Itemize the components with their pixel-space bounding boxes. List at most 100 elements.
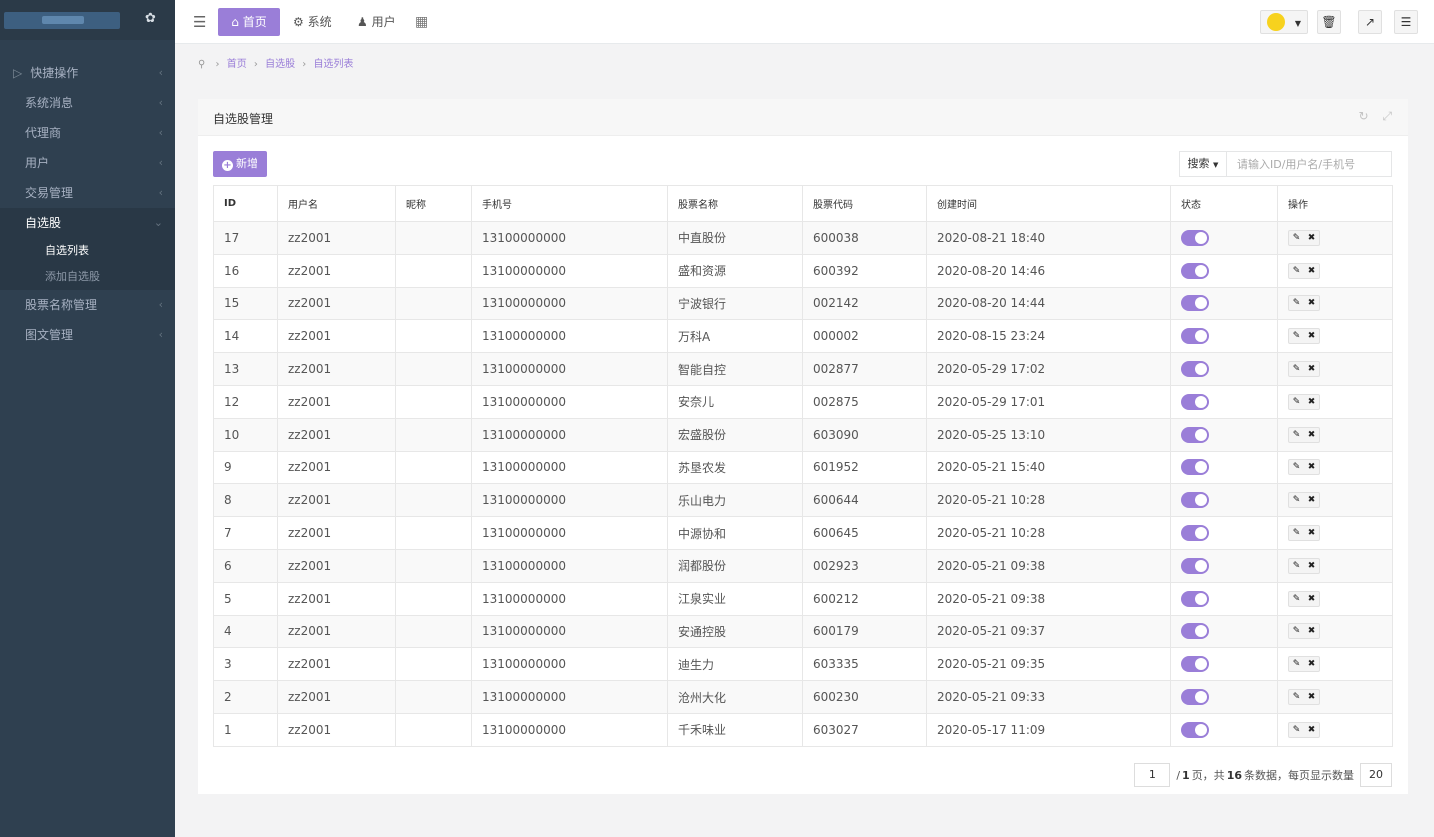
edit-icon[interactable]: ✎ — [1289, 657, 1304, 671]
column-header-status[interactable]: 状态 — [1170, 185, 1278, 222]
column-header-stock-name[interactable]: 股票名称 — [667, 185, 803, 222]
sidebar-item-quick[interactable]: ▷ 快捷操作 ‹ — [0, 58, 175, 88]
status-toggle[interactable] — [1181, 525, 1209, 542]
delete-icon[interactable]: ✖ — [1304, 329, 1319, 343]
sidebar-subitem-add-watch[interactable]: 添加自选股 — [0, 264, 175, 290]
edit-icon[interactable]: ✎ — [1289, 329, 1304, 343]
cell-actions: ✎ ✖ — [1277, 286, 1393, 321]
column-header-stock-code[interactable]: 股票代码 — [802, 185, 927, 222]
cell-actions: ✎ ✖ — [1277, 450, 1393, 485]
edit-icon[interactable]: ✎ — [1289, 362, 1304, 376]
delete-icon[interactable]: ✖ — [1304, 395, 1319, 409]
search-dropdown-button[interactable]: 搜索 ▼ — [1179, 151, 1227, 177]
cell-status — [1170, 319, 1278, 354]
cell-id: 16 — [213, 253, 278, 288]
search-input[interactable] — [1227, 151, 1392, 177]
cell-status — [1170, 581, 1278, 616]
column-header-username[interactable]: 用户名 — [277, 185, 396, 222]
sidebar-item-agents[interactable]: 代理商 ‹ — [0, 118, 175, 148]
edit-icon[interactable]: ✎ — [1289, 723, 1304, 737]
sidebar-item-messages[interactable]: 系统消息 ‹ — [0, 88, 175, 118]
status-toggle[interactable] — [1181, 459, 1209, 476]
edit-icon[interactable]: ✎ — [1289, 264, 1304, 278]
column-header-actions: 操作 — [1277, 185, 1393, 222]
grid-icon[interactable]: ▦ — [415, 8, 428, 36]
delete-icon[interactable]: ✖ — [1304, 362, 1319, 376]
delete-icon[interactable]: ✖ — [1304, 264, 1319, 278]
delete-icon[interactable]: ✖ — [1304, 592, 1319, 606]
delete-icon[interactable]: ✖ — [1304, 231, 1319, 245]
tab-system[interactable]: ⚙ 系统 — [293, 8, 332, 36]
sidebar-item-users[interactable]: 用户 ‹ — [0, 148, 175, 178]
column-header-nickname[interactable]: 昵称 — [395, 185, 472, 222]
delete-icon[interactable]: ✖ — [1304, 493, 1319, 507]
sidebar-subitem-watchlist-list[interactable]: 自选列表 — [0, 238, 175, 264]
edit-icon[interactable]: ✎ — [1289, 493, 1304, 507]
tab-home[interactable]: ⌂ 首页 — [218, 8, 280, 36]
delete-icon[interactable]: ✖ — [1304, 624, 1319, 638]
delete-icon[interactable]: ✖ — [1304, 723, 1319, 737]
delete-icon[interactable]: ✖ — [1304, 296, 1319, 310]
status-toggle[interactable] — [1181, 328, 1209, 345]
delete-icon[interactable]: ✖ — [1304, 559, 1319, 573]
status-toggle[interactable] — [1181, 623, 1209, 640]
edit-icon[interactable]: ✎ — [1289, 395, 1304, 409]
status-toggle[interactable] — [1181, 721, 1209, 738]
edit-icon[interactable]: ✎ — [1289, 526, 1304, 540]
cell-actions: ✎ ✖ — [1277, 253, 1393, 288]
page-number-input[interactable]: 1 — [1134, 763, 1171, 787]
user-menu-button[interactable]: ▼ — [1260, 10, 1308, 34]
cell-nickname — [395, 352, 472, 386]
delete-icon[interactable]: ✖ — [1304, 460, 1319, 474]
settings-button[interactable]: ☰ — [1394, 10, 1418, 34]
status-toggle[interactable] — [1181, 590, 1209, 607]
status-toggle[interactable] — [1181, 393, 1209, 410]
breadcrumb-watchlist[interactable]: 自选股 — [265, 59, 295, 70]
refresh-icon[interactable]: ↻ — [1359, 109, 1369, 123]
add-button[interactable]: + 新增 — [213, 151, 267, 177]
edit-icon[interactable]: ✎ — [1289, 624, 1304, 638]
sidebar-item-trading[interactable]: 交易管理 ‹ — [0, 178, 175, 208]
edit-icon[interactable]: ✎ — [1289, 231, 1304, 245]
delete-icon[interactable]: ✖ — [1304, 690, 1319, 704]
sidebar-item-watchlist[interactable]: 自选股 ⌄ — [0, 208, 175, 238]
edit-icon[interactable]: ✎ — [1289, 460, 1304, 474]
breadcrumb-home[interactable]: 首页 — [227, 59, 247, 70]
status-toggle[interactable] — [1181, 361, 1209, 378]
status-toggle[interactable] — [1181, 689, 1209, 706]
fullscreen-icon[interactable]: ⤢ — [1382, 109, 1392, 123]
edit-icon[interactable]: ✎ — [1289, 592, 1304, 606]
edit-icon[interactable]: ✎ — [1289, 559, 1304, 573]
sidebar: ✿ ▷ 快捷操作 ‹ 系统消息 ‹ 代理商 ‹ 用户 ‹ 交易管理 ‹ 自选股 ⌄… — [0, 0, 175, 837]
status-toggle[interactable] — [1181, 557, 1209, 574]
external-link-button[interactable]: ↗ — [1358, 10, 1382, 34]
delete-icon[interactable]: ✖ — [1304, 657, 1319, 671]
status-toggle[interactable] — [1181, 426, 1209, 443]
status-toggle[interactable] — [1181, 229, 1209, 246]
status-toggle[interactable] — [1181, 295, 1209, 312]
table-row: 3 zz2001 13100000000 迪生力 603335 2020-05-21 09… — [213, 647, 1393, 682]
cell-stock-code: 000002 — [802, 319, 927, 354]
page-size-input[interactable]: 20 — [1360, 763, 1392, 787]
edit-icon[interactable]: ✎ — [1289, 690, 1304, 704]
tab-user[interactable]: ♟ 用户 — [357, 8, 396, 36]
sidebar-item-stock-names[interactable]: 股票名称管理 ‹ — [0, 290, 175, 320]
menu-toggle-icon[interactable]: ☰ — [193, 8, 206, 36]
status-toggle[interactable] — [1181, 492, 1209, 509]
status-toggle[interactable] — [1181, 262, 1209, 279]
status-toggle[interactable] — [1181, 656, 1209, 673]
column-header-id[interactable]: ID — [213, 185, 278, 222]
cell-status — [1170, 680, 1278, 714]
cell-phone: 13100000000 — [471, 253, 668, 288]
edit-icon[interactable]: ✎ — [1289, 428, 1304, 442]
cell-phone: 13100000000 — [471, 384, 668, 419]
column-header-created-time[interactable]: 创建时间 — [926, 185, 1171, 222]
column-header-phone[interactable]: 手机号 — [471, 185, 668, 222]
delete-icon[interactable]: ✖ — [1304, 428, 1319, 442]
clear-cache-button[interactable]: 🗑 — [1317, 10, 1341, 34]
drop-icon[interactable]: ✿ — [145, 11, 156, 26]
edit-icon[interactable]: ✎ — [1289, 296, 1304, 310]
sidebar-item-articles[interactable]: 图文管理 ‹ — [0, 320, 175, 350]
cell-username: zz2001 — [277, 352, 396, 386]
delete-icon[interactable]: ✖ — [1304, 526, 1319, 540]
